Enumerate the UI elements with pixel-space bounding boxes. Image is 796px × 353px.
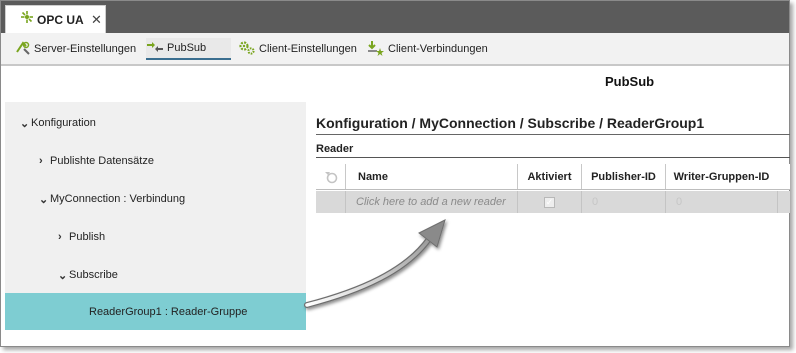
app-window: OPC UA ✕ Server-Einstellungen PubSub Cli…: [0, 0, 790, 347]
annotation-arrow: [304, 219, 446, 308]
